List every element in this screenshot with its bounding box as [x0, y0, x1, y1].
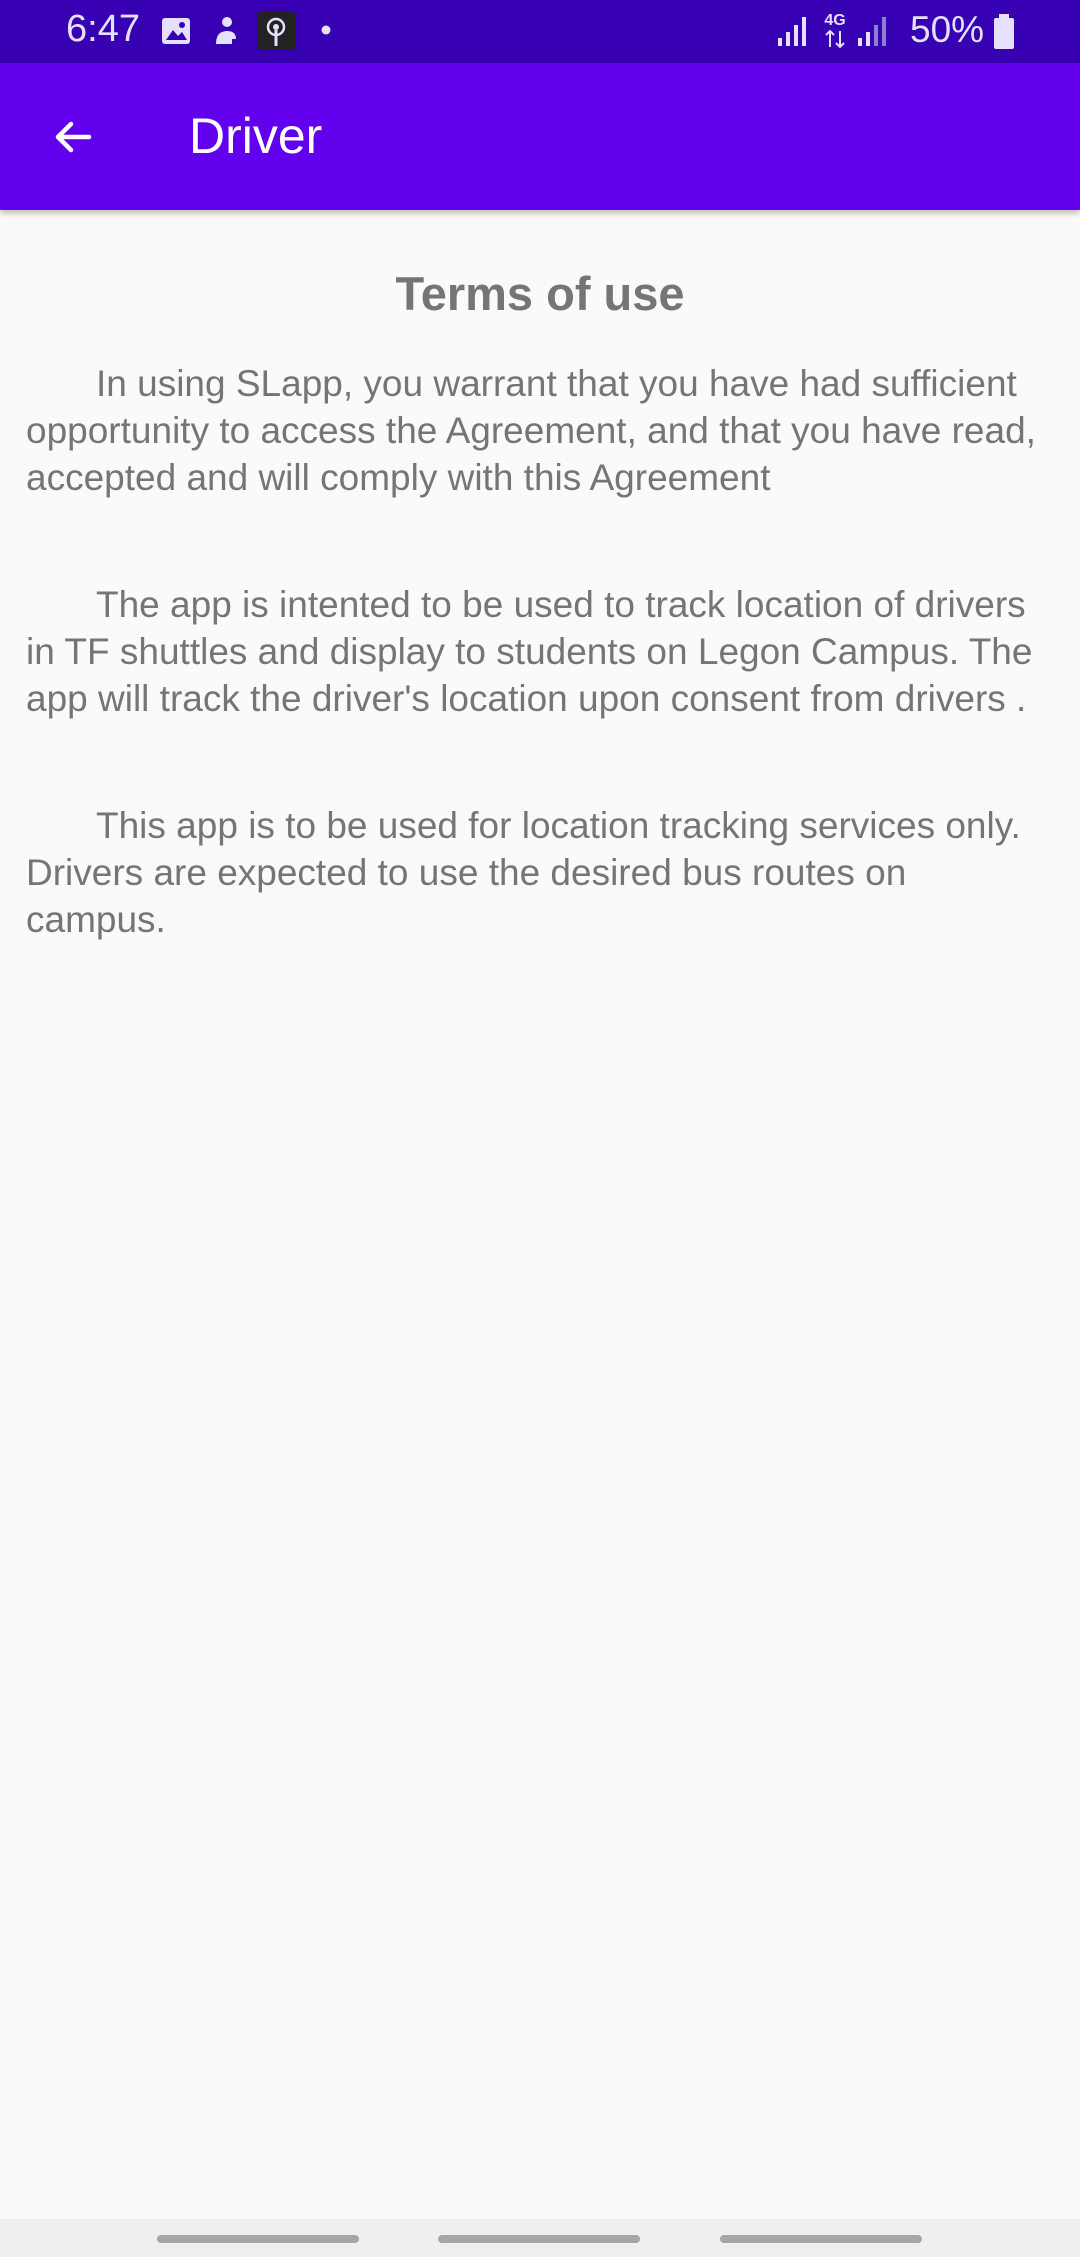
nav-recents-handle[interactable]	[157, 2235, 359, 2243]
signal-icon	[778, 17, 806, 46]
terms-paragraph: In using SLapp, you warrant that you hav…	[26, 363, 1036, 498]
app-bar: Driver	[0, 63, 1080, 210]
gesture-nav-bar	[0, 2219, 1080, 2257]
data-arrows-icon	[825, 29, 845, 49]
terms-paragraph: This app is to be used for location trac…	[26, 805, 1021, 940]
arrow-back-icon	[55, 121, 92, 153]
notification-dot-icon	[321, 25, 331, 35]
battery-icon	[994, 14, 1014, 49]
nav-back-handle[interactable]	[720, 2235, 922, 2243]
signal-icon	[858, 17, 886, 46]
person-icon	[216, 17, 236, 44]
gallery-icon	[162, 18, 190, 44]
page-title: Driver	[189, 108, 323, 164]
status-bar: 6:47 4G 50%	[0, 0, 1080, 63]
terms-heading: Terms of use	[395, 267, 685, 320]
battery-percent: 50%	[910, 9, 985, 50]
nav-home-handle[interactable]	[438, 2235, 640, 2243]
status-time: 6:47	[66, 8, 140, 50]
hotspot-icon	[257, 12, 295, 50]
back-button[interactable]	[30, 97, 116, 177]
terms-paragraph: The app is intented to be used to track …	[26, 584, 1033, 719]
network-type-label: 4G	[820, 13, 850, 49]
